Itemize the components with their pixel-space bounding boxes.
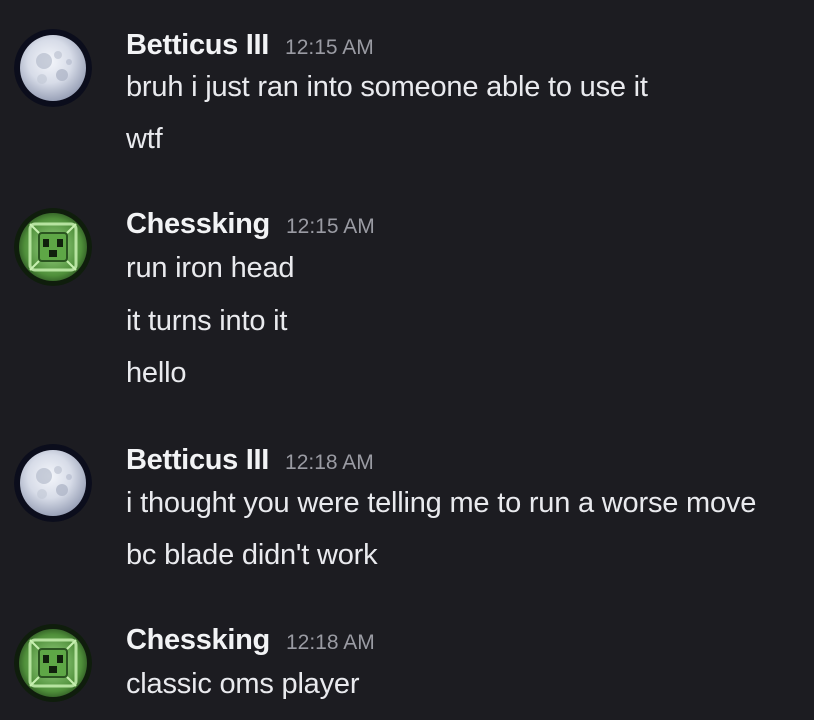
message-text: i thought you were telling me to run a w…	[126, 487, 757, 519]
user-avatar[interactable]	[14, 444, 92, 522]
user-avatar[interactable]	[14, 29, 92, 107]
green-cube-avatar-icon	[14, 624, 92, 702]
message-header: Betticus III 12:15 AM	[126, 29, 374, 63]
message-group: Chessking 12:18 AM classic oms player	[0, 624, 814, 720]
user-avatar[interactable]	[14, 624, 92, 702]
message-header: Betticus III 12:18 AM	[126, 444, 374, 478]
timestamp[interactable]: 12:15 AM	[285, 36, 374, 60]
user-avatar[interactable]	[14, 208, 92, 286]
moon-avatar-icon	[14, 29, 92, 107]
message-text: bruh i just ran into someone able to use…	[126, 71, 648, 103]
green-cube-avatar-icon	[14, 208, 92, 286]
message-text: it turns into it	[126, 305, 288, 337]
message-header: Chessking 12:15 AM	[126, 208, 375, 242]
moon-avatar-icon	[14, 444, 92, 522]
username[interactable]: Chessking	[126, 208, 270, 241]
timestamp[interactable]: 12:18 AM	[285, 451, 374, 475]
message-header: Chessking 12:18 AM	[126, 624, 375, 658]
username[interactable]: Betticus III	[126, 444, 269, 477]
username[interactable]: Betticus III	[126, 29, 269, 62]
timestamp[interactable]: 12:15 AM	[286, 215, 375, 239]
message-text: classic oms player	[126, 668, 360, 700]
message-group: Betticus III 12:18 AM i thought you were…	[0, 444, 814, 594]
message-group: Chessking 12:15 AM run iron head it turn…	[0, 208, 814, 408]
chat-messages: Betticus III 12:15 AM bruh i just ran in…	[0, 0, 814, 720]
message-text: run iron head	[126, 252, 295, 284]
message-group: Betticus III 12:15 AM bruh i just ran in…	[0, 29, 814, 179]
message-text: hello	[126, 357, 187, 389]
message-text: wtf	[126, 123, 163, 155]
message-text: bc blade didn't work	[126, 539, 378, 571]
username[interactable]: Chessking	[126, 624, 270, 657]
timestamp[interactable]: 12:18 AM	[286, 631, 375, 655]
